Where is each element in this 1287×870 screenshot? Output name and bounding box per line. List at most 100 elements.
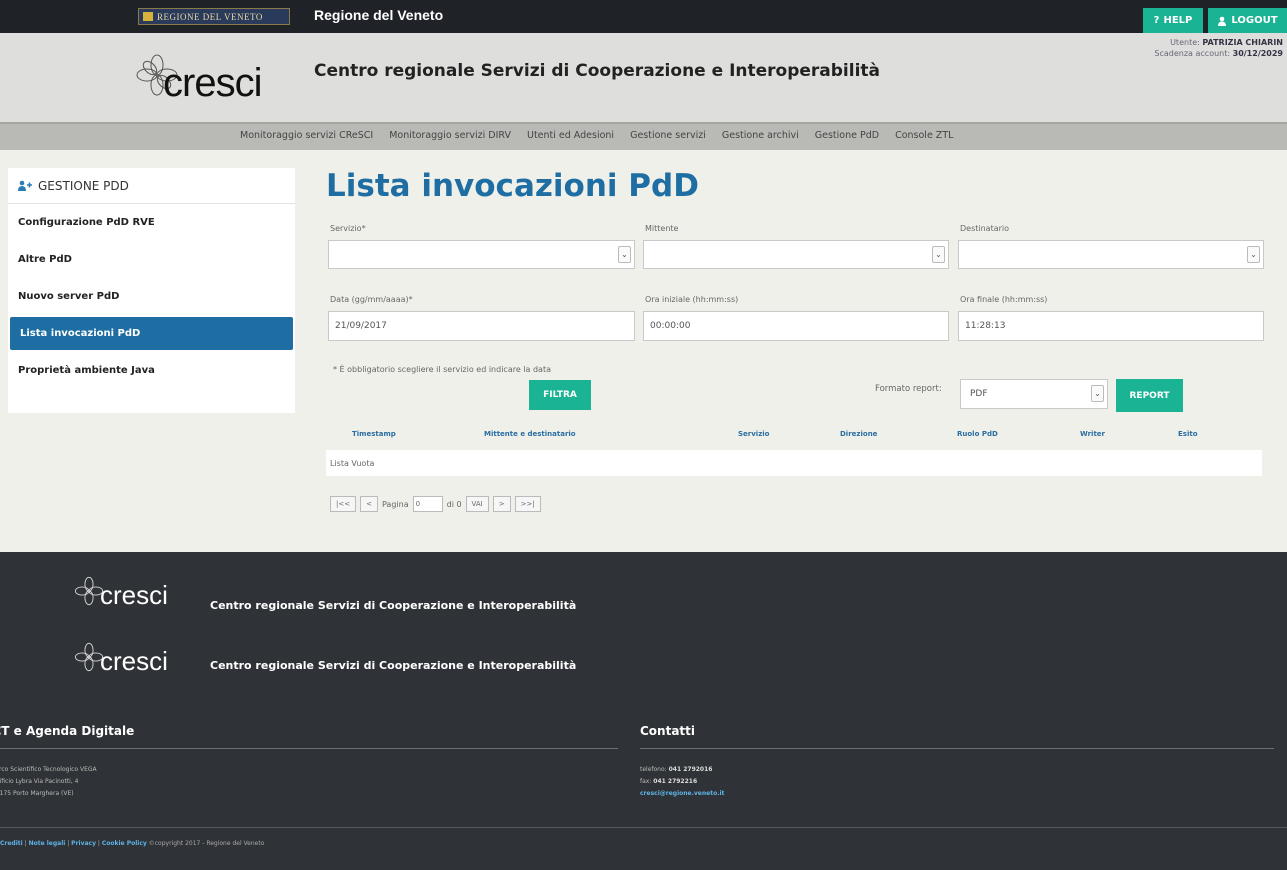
sidebar-item-label: Nuovo server PdD — [18, 291, 120, 302]
regione-veneto-logo[interactable]: REGIONE DEL VENETO — [138, 8, 290, 25]
ora-finale-label: Ora finale (hh:mm:ss) — [960, 295, 1048, 304]
sidebar-item-label: Lista invocazioni PdD — [20, 328, 141, 339]
divider — [640, 748, 1274, 749]
nav-item-gestione-archivi[interactable]: Gestione archivi — [722, 130, 799, 141]
destinatario-select[interactable]: ⌄ — [958, 240, 1264, 269]
required-note: * È obbligatorio scegliere il servizio e… — [333, 365, 551, 374]
help-button[interactable]: ? HELP — [1143, 8, 1203, 33]
top-bar: REGIONE DEL VENETO Regione del Veneto ? … — [0, 0, 1287, 33]
question-mark-icon: ? — [1153, 15, 1160, 26]
column-header[interactable]: Direzione — [840, 430, 877, 438]
footer-ict-title: ICT e Agenda Digitale — [0, 724, 135, 738]
cresci-logo[interactable]: cresci — [135, 51, 285, 111]
cresci-flower-icon — [74, 576, 104, 606]
cookie-policy-link[interactable]: Cookie Policy — [102, 840, 147, 847]
column-header[interactable]: Servizio — [738, 430, 770, 438]
sidebar-item-label: Configurazione PdD RVE — [18, 217, 155, 228]
telefono-label: telefono: — [640, 766, 667, 773]
page-title: Lista invocazioni PdD — [326, 168, 699, 204]
ora-iniziale-input[interactable]: 00:00:00 — [643, 311, 949, 341]
formato-report-select[interactable]: PDF ⌄ — [960, 379, 1108, 409]
header: cresci Centro regionale Servizi di Coope… — [0, 33, 1287, 122]
nav-item-gestione-pdd[interactable]: Gestione PdD — [815, 130, 879, 141]
users-icon — [18, 180, 32, 191]
sidebar-item-configurazione-pdd-rve[interactable]: Configurazione PdD RVE — [8, 204, 295, 241]
help-label: HELP — [1163, 15, 1193, 26]
nav-item-console-ztl[interactable]: Console ZTL — [895, 130, 953, 141]
sidebar-heading: GESTIONE PDD — [8, 168, 295, 204]
chevron-down-icon: ⌄ — [1091, 385, 1104, 402]
column-header[interactable]: Mittente e destinatario — [484, 430, 576, 438]
logout-label: LOGOUT — [1231, 15, 1278, 26]
footer-logo-text: cresci — [100, 646, 168, 676]
last-page-button[interactable]: >>| — [514, 496, 541, 512]
veneto-flag-icon — [143, 12, 153, 21]
sidebar-item-lista-invocazioni-pdd[interactable]: Lista invocazioni PdD — [10, 317, 293, 350]
sidebar-item-proprieta-ambiente-java[interactable]: Proprietà ambiente Java — [8, 352, 295, 389]
sidebar-item-nuovo-server-pdd[interactable]: Nuovo server PdD — [8, 278, 295, 315]
sidebar: GESTIONE PDD Configurazione PdD RVE Altr… — [8, 168, 295, 413]
nav-item-utenti-adesioni[interactable]: Utenti ed Adesioni — [527, 130, 614, 141]
report-button[interactable]: REPORT — [1116, 379, 1183, 412]
pagination: |<< < Pagina 0 di 0 VAI > >>| — [330, 495, 541, 513]
column-header[interactable]: Ruolo PdD — [957, 430, 998, 438]
destinatario-label: Destinatario — [960, 224, 1010, 233]
main-nav: Monitoraggio servizi CReSCI Monitoraggio… — [0, 122, 1287, 150]
formato-report-value: PDF — [970, 389, 988, 399]
expiry-label: Scadenza account: — [1154, 49, 1231, 58]
region-title: Regione del Veneto — [314, 7, 444, 23]
column-header[interactable]: Timestamp — [352, 430, 396, 438]
nav-item-gestione-servizi[interactable]: Gestione servizi — [630, 130, 706, 141]
servizio-select[interactable]: ⌄ — [328, 240, 635, 269]
crediti-link[interactable]: Crediti — [0, 840, 23, 847]
cresci-logo-text: cresci — [163, 61, 262, 105]
nav-item-monitoraggio-dirv[interactable]: Monitoraggio servizi DIRV — [389, 130, 511, 141]
column-header[interactable]: Writer — [1080, 430, 1105, 438]
page-input[interactable]: 0 — [412, 496, 443, 512]
expiry-value: 30/12/2029 — [1232, 49, 1283, 58]
formato-report-label: Formato report: — [875, 384, 942, 394]
divider — [0, 748, 618, 749]
user-name: PATRIZIA CHIARIN — [1202, 38, 1283, 47]
servizio-label: Servizio* — [330, 224, 366, 233]
region-logo-text: REGIONE DEL VENETO — [157, 11, 263, 22]
page-of-label: di 0 — [446, 499, 462, 509]
next-page-button[interactable]: > — [492, 496, 511, 512]
filtra-button[interactable]: FILTRA — [529, 380, 591, 410]
mittente-label: Mittente — [645, 224, 679, 233]
footer: cresci Centro regionale Servizi di Coope… — [0, 552, 1287, 870]
mittente-select[interactable]: ⌄ — [643, 240, 949, 269]
footer-bottom-links: Crediti | Note legali | Privacy | Cookie… — [0, 840, 265, 847]
address-line: Parco Scientifico Tecnologico VEGA — [0, 766, 97, 773]
chevron-down-icon: ⌄ — [1247, 246, 1260, 263]
data-input[interactable]: 21/09/2017 — [328, 311, 635, 341]
user-label: Utente: — [1170, 38, 1200, 47]
chevron-down-icon: ⌄ — [932, 246, 945, 263]
cresci-flower-icon — [74, 642, 104, 672]
fax-value: 041 2792216 — [653, 778, 698, 785]
privacy-link[interactable]: Privacy — [71, 840, 96, 847]
prev-page-button[interactable]: < — [360, 496, 378, 512]
fax-label: fax: — [640, 778, 652, 785]
logout-button[interactable]: LOGOUT — [1208, 8, 1287, 33]
address-line: Edificio Lybra Via Pacinotti, 4 — [0, 778, 79, 785]
email-link[interactable]: cresci@regione.veneto.it — [640, 790, 724, 797]
first-page-button[interactable]: |<< — [330, 496, 357, 512]
content-area: GESTIONE PDD Configurazione PdD RVE Altr… — [0, 150, 1287, 552]
page-label: Pagina — [381, 499, 409, 509]
footer-cresci-logo[interactable]: cresci — [74, 642, 168, 677]
footer-title: Centro regionale Servizi di Cooperazione… — [210, 599, 577, 612]
column-header[interactable]: Esito — [1178, 430, 1198, 438]
telefono-value: 041 2792016 — [668, 766, 713, 773]
sidebar-item-altre-pdd[interactable]: Altre PdD — [8, 241, 295, 278]
ora-finale-input[interactable]: 11:28:13 — [958, 311, 1264, 341]
nav-item-monitoraggio-cresci[interactable]: Monitoraggio servizi CReSCI — [240, 130, 373, 141]
note-legali-link[interactable]: Note legali — [29, 840, 66, 847]
footer-contatti-title: Contatti — [640, 724, 696, 738]
sidebar-item-label: Altre PdD — [18, 254, 72, 265]
go-page-button[interactable]: VAI — [465, 496, 489, 512]
table-header: Timestamp Mittente e destinatario Serviz… — [330, 430, 1262, 444]
footer-cresci-logo[interactable]: cresci — [74, 576, 168, 611]
footer-address: Parco Scientifico Tecnologico VEGA Edifi… — [0, 764, 97, 800]
address-line: 30175 Porto Marghera (VE) — [0, 790, 74, 797]
